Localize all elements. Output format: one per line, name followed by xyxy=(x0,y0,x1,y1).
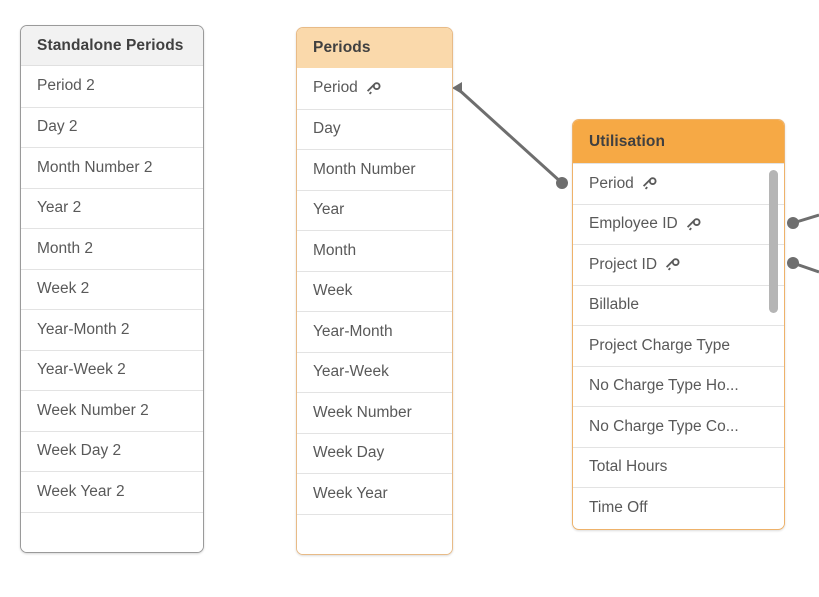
field-row[interactable]: Employee ID xyxy=(573,203,784,244)
field-list-standalone-periods: Period 2 Day 2 Month Number 2 Year 2 Month 2… xyxy=(21,66,203,552)
link-periods-utilisation xyxy=(452,82,568,189)
field-row[interactable]: No Charge Type Ho... xyxy=(573,365,784,406)
field-row[interactable]: Year-Week 2 xyxy=(21,349,203,390)
key-icon xyxy=(686,218,701,233)
link-utilisation-employee-id xyxy=(787,213,819,229)
vertical-scrollbar[interactable] xyxy=(769,170,778,313)
table-title-utilisation: Utilisation xyxy=(573,120,784,163)
table-standalone-periods[interactable]: Standalone Periods Period 2 Day 2 Month Nu… xyxy=(20,25,204,553)
key-icon xyxy=(366,82,381,97)
field-label: Week 2 xyxy=(37,280,90,298)
field-row[interactable]: Week Year 2 xyxy=(21,471,203,512)
field-label: Week Year xyxy=(313,484,388,502)
field-label: Month Number 2 xyxy=(37,158,153,176)
field-label: Billable xyxy=(589,296,639,314)
field-row[interactable]: No Charge Type Co... xyxy=(573,406,784,447)
data-model-canvas[interactable]: Utilisation.Period --> Standalone Period… xyxy=(0,0,819,597)
field-label: Project Charge Type xyxy=(589,336,731,354)
key-icon xyxy=(642,177,657,192)
link-utilisation-project-id xyxy=(787,257,819,274)
field-label: Year 2 xyxy=(37,199,82,217)
field-label: No Charge Type Co... xyxy=(589,417,739,435)
field-label: Year xyxy=(313,201,345,219)
field-row[interactable]: Year 2 xyxy=(21,187,203,228)
field-row[interactable]: Time Off xyxy=(573,487,784,528)
field-row[interactable]: Project ID xyxy=(573,244,784,285)
field-list-periods: Period Day Month Number Year Month Week Year-M… xyxy=(297,68,452,554)
field-label: Day 2 xyxy=(37,118,78,136)
field-row[interactable]: Year-Month xyxy=(297,311,452,352)
field-row[interactable]: Total Hours xyxy=(573,446,784,487)
field-label: Period xyxy=(313,79,358,97)
field-label: Week Day 2 xyxy=(37,442,122,460)
table-periods[interactable]: Periods Period Day Month Number Year Month We… xyxy=(296,27,453,555)
field-row[interactable]: Week Number xyxy=(297,392,452,433)
field-row[interactable]: Period xyxy=(297,68,452,109)
field-label: Month xyxy=(313,241,357,259)
field-row[interactable]: Billable xyxy=(573,284,784,325)
field-row-empty xyxy=(297,513,452,554)
field-row[interactable]: Month Number 2 xyxy=(21,147,203,188)
field-label: Day xyxy=(313,120,341,138)
field-row-empty xyxy=(21,511,203,552)
field-label: Year-Month 2 xyxy=(37,320,130,338)
field-row[interactable]: Day xyxy=(297,108,452,149)
field-label: Project ID xyxy=(589,255,658,273)
field-label: Week xyxy=(313,282,353,300)
field-row[interactable]: Week Day 2 xyxy=(21,430,203,471)
field-label: Year-Week xyxy=(313,363,389,381)
field-row[interactable]: Week 2 xyxy=(21,268,203,309)
field-row[interactable]: Month 2 xyxy=(21,228,203,269)
key-icon xyxy=(665,258,680,273)
field-row[interactable]: Project Charge Type xyxy=(573,325,784,366)
field-label: Week Number xyxy=(313,403,412,421)
field-row[interactable]: Week Number 2 xyxy=(21,390,203,431)
field-label: Week Number 2 xyxy=(37,401,149,419)
field-row[interactable]: Week xyxy=(297,270,452,311)
field-row[interactable]: Week Day xyxy=(297,432,452,473)
field-row[interactable]: Period xyxy=(573,163,784,204)
field-row[interactable]: Period 2 xyxy=(21,66,203,107)
table-utilisation[interactable]: Utilisation Period Employee ID Project ID B… xyxy=(572,119,785,530)
field-label: Year-Week 2 xyxy=(37,361,126,379)
field-row[interactable]: Month Number xyxy=(297,149,452,190)
field-label: Month Number xyxy=(313,160,416,178)
field-label: Week Day xyxy=(313,444,385,462)
field-row[interactable]: Day 2 xyxy=(21,106,203,147)
field-row[interactable]: Year-Week xyxy=(297,351,452,392)
field-row[interactable]: Year xyxy=(297,189,452,230)
field-list-utilisation: Period Employee ID Project ID Billable Proje… xyxy=(573,163,784,529)
table-title-periods: Periods xyxy=(297,28,452,68)
field-label: Employee ID xyxy=(589,215,678,233)
field-label: Year-Month xyxy=(313,322,393,340)
field-row[interactable]: Year-Month 2 xyxy=(21,309,203,350)
field-row[interactable]: Week Year xyxy=(297,473,452,514)
field-label: Total Hours xyxy=(589,458,668,476)
table-title-standalone-periods: Standalone Periods xyxy=(21,26,203,66)
field-label: Time Off xyxy=(589,498,648,516)
field-label: Period xyxy=(589,174,634,192)
field-label: No Charge Type Ho... xyxy=(589,377,739,395)
field-row[interactable]: Month xyxy=(297,230,452,271)
field-label: Period 2 xyxy=(37,77,95,95)
field-label: Week Year 2 xyxy=(37,482,125,500)
field-label: Month 2 xyxy=(37,239,94,257)
